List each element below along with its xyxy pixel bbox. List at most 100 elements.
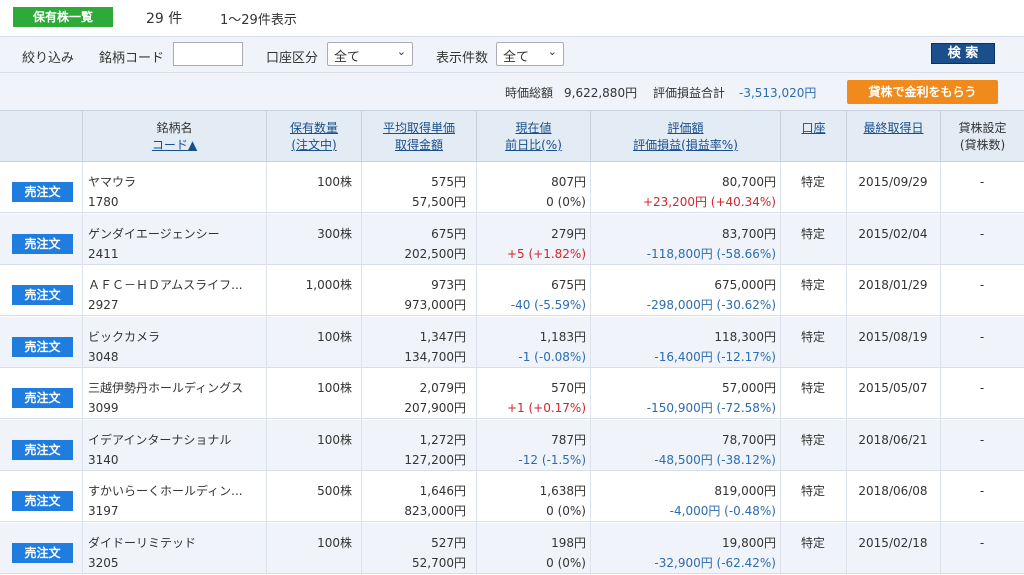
eval-amount: 118,300円 (714, 329, 776, 344)
quantity: 100株 (317, 381, 352, 395)
avg-price: 675円 (431, 226, 466, 241)
table-row: 売注文 ゲンダイエージェンシー 2411 300株 675円 202,500円 279円 +5… (0, 213, 1024, 265)
eval-pl: -4,000円 (-0.48%) (669, 504, 776, 518)
top-bar: 保有株一覧 29 件 1〜29件表示 (0, 0, 1024, 36)
current-price: 279円 (551, 226, 586, 241)
code-label: 銘柄コード (99, 51, 165, 66)
table-row: 売注文 すかいらーくホールディン... 3197 500株 1,646円 823,000円… (0, 471, 1024, 522)
cost: 52,700円 (412, 555, 466, 570)
col-cost-label[interactable]: 取得金額 (395, 138, 443, 152)
col-name-label: 銘柄名 (156, 121, 193, 135)
cost: 823,000円 (404, 504, 466, 518)
cost: 127,200円 (404, 452, 466, 467)
chevron-down-icon: ⌄ (547, 45, 557, 58)
account-type: 特定 (800, 175, 825, 189)
eval-amount: 675,000円 (714, 278, 776, 292)
day-change: 0 (0%) (546, 555, 586, 570)
stock-code: 3048 (88, 349, 119, 364)
sell-order-button[interactable]: 売注文 (12, 491, 73, 511)
eval-amount: 78,700円 (722, 432, 776, 447)
account-type: 特定 (800, 432, 825, 447)
col-qty-label[interactable]: 保有数量 (290, 121, 338, 135)
chevron-down-icon: ⌄ (396, 45, 406, 58)
account-select[interactable]: 全て ⌄ (327, 42, 413, 66)
sell-order-button[interactable]: 売注文 (12, 336, 73, 357)
col-change-label[interactable]: 前日比(%) (505, 138, 562, 152)
eval-amount: 80,700円 (722, 175, 776, 189)
avg-price: 1,347円 (419, 329, 466, 344)
table-row: 売注文 ダイドーリミテッド 3205 100株 527円 52,700円 198円 0 (0%… (0, 522, 1024, 574)
current-price: 1,183円 (539, 329, 586, 344)
sell-order-button[interactable]: 売注文 (12, 285, 73, 305)
stock-name: ゲンダイエージェンシー (88, 226, 220, 241)
col-qty-sub[interactable]: (注文中) (291, 138, 336, 152)
col-eval-label[interactable]: 評価額 (667, 121, 703, 135)
quantity: 100株 (317, 432, 352, 447)
display-range: 1〜29件表示 (220, 13, 297, 28)
column-divider (780, 162, 781, 575)
account-type: 特定 (800, 278, 825, 292)
col-eval-sub[interactable]: 評価損益(損益率%) (633, 138, 738, 152)
cost: 134,700円 (404, 349, 466, 364)
col-lend: 貸株設定 (貸株数) (940, 111, 1024, 162)
table-row: 売注文 ビックカメラ 3048 100株 1,347円 134,700円 1,183円 -1 … (0, 316, 1024, 368)
last-acquired-date: 2018/01/29 (858, 278, 928, 292)
col-last-label[interactable]: 最終取得日 (863, 121, 923, 135)
col-name[interactable]: 銘柄名コード▲ (82, 111, 266, 162)
cost: 57,500円 (412, 195, 466, 209)
col-avg[interactable]: 平均取得単価 取得金額 (361, 111, 476, 162)
current-price: 675円 (551, 278, 586, 292)
total-pl-value: -3,513,020円 (739, 86, 817, 100)
column-divider (266, 162, 267, 575)
col-price-label[interactable]: 現在値 (515, 121, 551, 135)
col-avg-label[interactable]: 平均取得単価 (383, 121, 455, 135)
stock-name: イデアインターナショナル (88, 432, 232, 447)
eval-pl: -118,800円 (-58.66%) (646, 246, 776, 261)
col-account-label[interactable]: 口座 (801, 121, 825, 135)
quantity: 100株 (317, 329, 352, 344)
sell-order-button[interactable]: 売注文 (12, 542, 73, 563)
stock-name: すかいらーくホールディン... (88, 484, 243, 498)
sell-order-button[interactable]: 売注文 (12, 388, 73, 408)
account-type: 特定 (800, 535, 825, 550)
column-divider (846, 162, 847, 575)
current-price: 570円 (551, 381, 586, 395)
search-button[interactable]: 検 索 (931, 43, 995, 64)
account-type: 特定 (800, 226, 825, 241)
column-divider (361, 162, 362, 575)
lending-setting: - (979, 535, 985, 550)
eval-pl: -48,500円 (-38.12%) (654, 452, 776, 467)
lending-setting: - (979, 329, 985, 344)
quantity: 1,000株 (305, 278, 352, 292)
col-eval[interactable]: 評価額評価損益(損益率%) (590, 111, 780, 162)
quantity: 100株 (317, 535, 352, 550)
day-change: -12 (-1.5%) (518, 452, 586, 467)
sell-order-button[interactable]: 売注文 (12, 182, 73, 202)
stock-code: 3197 (88, 504, 119, 518)
display-count-select[interactable]: 全て ⌄ (496, 42, 564, 66)
stock-code: 2927 (88, 298, 119, 312)
col-account[interactable]: 口座 (780, 111, 846, 162)
avg-price: 1,646円 (419, 484, 466, 498)
table-row: 売注文 ヤマウラ 1780 100株 575円 57,500円 807円 0 (0%) 80,7… (0, 162, 1024, 213)
table-header: 銘柄名コード▲ 保有数量 (注文中) 平均取得単価 取得金額 現在値前日比(%) 評… (0, 111, 1024, 162)
holdings-count: 29 件 (146, 11, 183, 27)
col-lend-label: 貸株設定 (958, 121, 1007, 135)
code-input[interactable] (173, 42, 243, 66)
lending-setting: - (979, 278, 985, 292)
col-last[interactable]: 最終取得日 (846, 111, 940, 162)
col-code-sort-link[interactable]: コード▲ (152, 138, 197, 152)
holdings-badge: 保有株一覧 (13, 7, 113, 27)
display-count-label: 表示件数 (436, 51, 489, 66)
col-qty[interactable]: 保有数量 (注文中) (266, 111, 361, 162)
eval-amount: 819,000円 (714, 484, 776, 498)
day-change: 0 (0%) (546, 195, 586, 209)
sell-order-button[interactable]: 売注文 (12, 233, 73, 254)
last-acquired-date: 2015/09/29 (858, 175, 928, 189)
stock-lending-button[interactable]: 貸株で金利をもらう (847, 80, 998, 104)
quantity: 300株 (317, 226, 352, 241)
eval-amount: 57,000円 (722, 381, 776, 395)
col-price[interactable]: 現在値前日比(%) (476, 111, 590, 162)
sell-order-button[interactable]: 売注文 (12, 439, 73, 460)
day-change: 0 (0%) (546, 504, 586, 518)
